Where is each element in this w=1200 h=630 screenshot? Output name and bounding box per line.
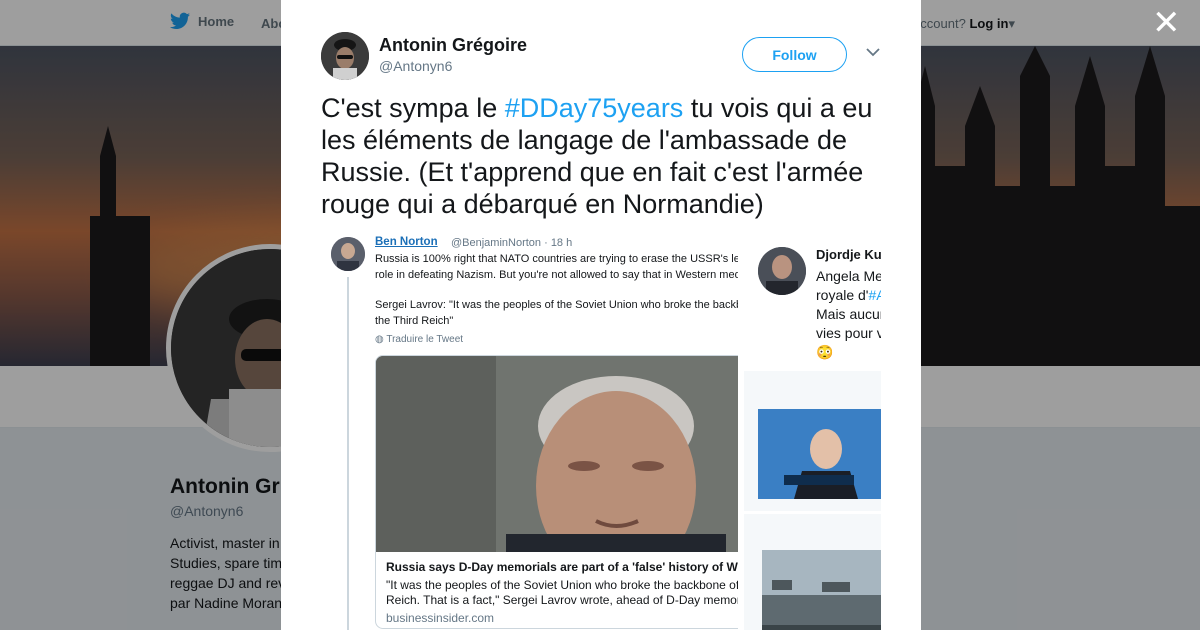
embedded-body: Russia is 100% right that NATO countries…	[375, 251, 741, 283]
author-handle[interactable]: @Antonyn6	[379, 58, 452, 74]
card-description: "It was the peoples of the Soviet Union …	[386, 578, 741, 608]
card-domain: businessinsider.com	[386, 611, 495, 625]
chevron-down-icon[interactable]	[865, 44, 881, 60]
translate-label: Traduire le Tweet	[386, 334, 464, 345]
person-portrait-icon	[321, 32, 369, 80]
embedded-body-line: Angela Me	[816, 268, 881, 284]
embedded-quote-line: the Third Reich"	[375, 315, 454, 327]
tv-screenshot	[758, 409, 881, 499]
embedded-tweet-photo	[744, 514, 881, 630]
embedded-avatar	[758, 247, 806, 295]
close-icon[interactable]: ✕	[1152, 6, 1181, 40]
embedded-body-line: Russia is 100% right that NATO countries…	[375, 253, 741, 265]
person-portrait-icon	[331, 237, 365, 271]
embedded-author: Djordje Ku	[816, 247, 881, 262]
globe-icon: ◍	[375, 334, 384, 345]
embedded-body-line: royale d'#A	[816, 286, 881, 305]
author-name[interactable]: Antonin Grégoire	[379, 35, 527, 56]
embedded-hashtag: #A	[868, 287, 881, 303]
media-image-left[interactable]: Ben Norton @BenjaminNorton · 18 h Russia…	[321, 231, 741, 630]
tv-presenter-icon	[758, 409, 881, 499]
embedded-body-text: royale d'	[816, 287, 869, 303]
tweet-modal: Antonin Grégoire @Antonyn6 Follow C'est …	[281, 0, 921, 630]
embedded-handle: @BenjaminNorton · 18 h	[451, 237, 573, 249]
author-avatar[interactable]	[321, 32, 369, 80]
embedded-tweet-tv	[744, 371, 881, 511]
beach-landing-icon	[762, 550, 881, 630]
media-image-right[interactable]: Djordje Ku Angela Me royale d'#A Mais au…	[744, 231, 881, 630]
man-portrait-icon	[376, 356, 738, 552]
hashtag-link[interactable]: #DDay75years	[505, 93, 684, 123]
person-portrait-icon	[758, 247, 806, 295]
translate-link: ◍ Traduire le Tweet	[375, 334, 463, 345]
tweet-media[interactable]: Ben Norton @BenjaminNorton · 18 h Russia…	[321, 231, 881, 630]
embedded-quote: Sergei Lavrov: "It was the peoples of th…	[375, 297, 741, 329]
card-title: Russia says D-Day memorials are part of …	[386, 560, 741, 574]
embedded-author: Ben Norton	[375, 236, 438, 248]
embedded-quote-line: Sergei Lavrov: "It was the peoples of th…	[375, 299, 741, 311]
card-description-line: Reich. That is a fact," Sergei Lavrov wr…	[386, 593, 741, 607]
tweet-text: C'est sympa le #DDay75years tu vois qui …	[321, 92, 881, 220]
embedded-body-line: vies pour v	[816, 325, 881, 341]
embedded-avatar	[331, 237, 365, 271]
link-card: Russia says D-Day memorials are part of …	[375, 355, 741, 629]
flushed-face-emoji: 😳	[816, 344, 834, 360]
follow-button[interactable]: Follow	[742, 37, 847, 72]
embedded-body: Angela Me royale d'#A Mais aucun vies po…	[816, 267, 881, 362]
embedded-tweet-right: Djordje Ku Angela Me royale d'#A Mais au…	[744, 231, 881, 369]
landing-photo	[762, 550, 881, 630]
embedded-body-line: Mais aucun	[816, 306, 881, 322]
embedded-body-line: role in defeating Nazism. But you're not…	[375, 269, 741, 281]
tweet-text-part: C'est sympa le	[321, 93, 505, 123]
thread-line	[347, 277, 349, 630]
card-photo	[376, 356, 738, 552]
card-description-line: "It was the peoples of the Soviet Union …	[386, 578, 741, 592]
